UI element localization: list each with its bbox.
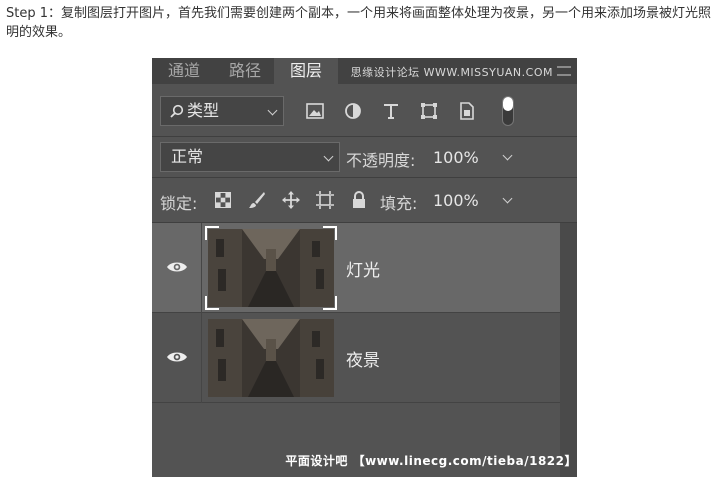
fill-label: 填充: bbox=[380, 194, 418, 213]
adjustment-filter-icon[interactable] bbox=[342, 100, 364, 122]
selection-corner bbox=[323, 226, 337, 240]
layer-name[interactable]: 夜景 bbox=[346, 346, 380, 371]
tab-channels[interactable]: 通道 bbox=[152, 58, 216, 84]
watermark-bottom: 平面设计吧 【www.linecg.com/tieba/1822】 bbox=[285, 454, 577, 468]
blend-mode-select[interactable]: 正常 bbox=[160, 142, 340, 172]
layers-panel: 通道 路径 图层 思缘设计论坛 WWW.MISSYUAN.COM 类型 正常 不… bbox=[152, 58, 577, 477]
filter-toggle-switch[interactable] bbox=[502, 96, 514, 126]
opacity-field[interactable]: 100% bbox=[428, 143, 518, 171]
layer-thumbnail[interactable] bbox=[208, 319, 334, 397]
toggle-knob bbox=[503, 97, 513, 111]
layer-name[interactable]: 灯光 bbox=[346, 256, 380, 281]
layer-thumbnail[interactable] bbox=[208, 229, 334, 307]
filter-row: 类型 bbox=[152, 84, 577, 136]
lock-all-icon[interactable] bbox=[348, 189, 370, 211]
eye-icon bbox=[167, 262, 187, 272]
lock-artboard-icon[interactable] bbox=[314, 189, 336, 211]
panel-tab-bar: 通道 路径 图层 思缘设计论坛 WWW.MISSYUAN.COM bbox=[152, 58, 577, 84]
layer-row-lights[interactable]: 灯光 bbox=[152, 223, 560, 313]
watermark-top: 思缘设计论坛 WWW.MISSYUAN.COM bbox=[350, 66, 553, 79]
panel-menu-icon[interactable] bbox=[557, 66, 571, 76]
lock-label: 锁定: bbox=[160, 194, 198, 213]
visibility-toggle[interactable] bbox=[152, 223, 202, 313]
tab-paths[interactable]: 路径 bbox=[216, 58, 274, 84]
lock-position-move-icon[interactable] bbox=[280, 189, 302, 211]
eye-icon bbox=[167, 352, 187, 362]
layer-row-night-scene[interactable]: 夜景 bbox=[152, 313, 560, 403]
chevron-down-icon bbox=[323, 151, 334, 162]
scrollbar[interactable] bbox=[560, 223, 577, 477]
shape-filter-icon[interactable] bbox=[418, 100, 440, 122]
opacity-value: 100% bbox=[433, 148, 479, 167]
selection-corner bbox=[323, 296, 337, 310]
search-icon bbox=[170, 104, 184, 118]
filter-kind-select[interactable]: 类型 bbox=[160, 96, 284, 126]
visibility-toggle[interactable] bbox=[152, 313, 202, 403]
chevron-down-icon bbox=[502, 150, 513, 161]
article-text: Step 1：复制图层打开图片，首先我们需要创建两个副本，一个用来将画面整体处理… bbox=[6, 6, 712, 40]
selection-corner bbox=[205, 226, 219, 240]
fill-value: 100% bbox=[433, 191, 479, 210]
opacity-label: 不透明度: bbox=[346, 151, 416, 170]
type-filter-icon[interactable] bbox=[380, 100, 402, 122]
image-filter-icon[interactable] bbox=[304, 100, 326, 122]
filter-kind-label: 类型 bbox=[187, 101, 220, 120]
tab-layers[interactable]: 图层 bbox=[274, 58, 338, 84]
fill-field[interactable]: 100% bbox=[428, 186, 518, 214]
lock-image-pixels-brush-icon[interactable] bbox=[246, 189, 268, 211]
blend-mode-value: 正常 bbox=[171, 147, 204, 166]
chevron-down-icon bbox=[267, 105, 278, 116]
blend-row: 正常 不透明度: 100% bbox=[152, 137, 577, 177]
smart-object-filter-icon[interactable] bbox=[456, 100, 478, 122]
selection-corner bbox=[205, 296, 219, 310]
lock-transparent-pixels-icon[interactable] bbox=[212, 189, 234, 211]
lock-row: 锁定: 填充: 100% bbox=[152, 178, 577, 222]
chevron-down-icon bbox=[502, 193, 513, 204]
